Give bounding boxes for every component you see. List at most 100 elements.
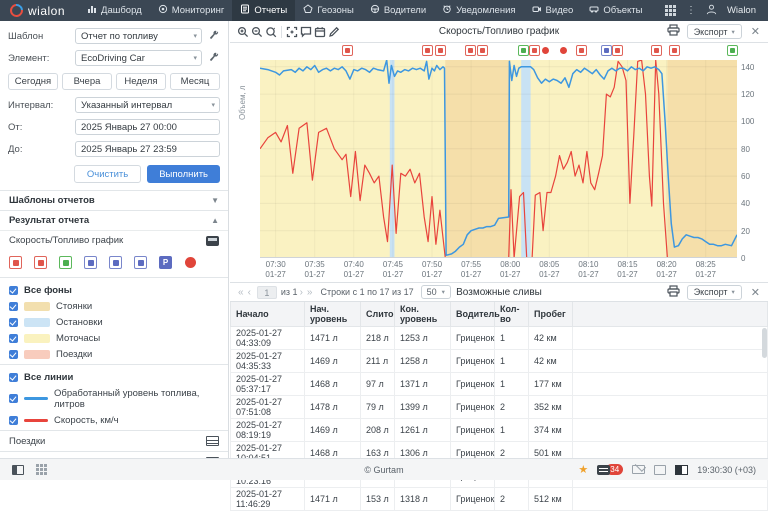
- checkbox-3[interactable]: [9, 350, 18, 359]
- all-lines-checkbox[interactable]: [9, 373, 18, 382]
- bottom-grid-icon[interactable]: [36, 464, 47, 475]
- nav-item-monitoring[interactable]: Мониторинг: [150, 0, 233, 21]
- nav-item-dashboard[interactable]: Дашборд: [79, 0, 150, 21]
- nav-item-units[interactable]: Объекты: [581, 0, 650, 21]
- wialon-logo[interactable]: wialon: [0, 4, 79, 18]
- quick-range-1[interactable]: Вчера: [62, 73, 112, 90]
- quick-range-0[interactable]: Сегодня: [8, 73, 58, 90]
- zoom-out-icon[interactable]: [250, 25, 264, 39]
- checkbox-0[interactable]: [9, 302, 18, 311]
- column-header[interactable]: Водитель: [451, 302, 495, 327]
- media-icon[interactable]: [654, 465, 666, 475]
- square-red[interactable]: [477, 45, 488, 56]
- column-header[interactable]: Кол-во: [495, 302, 529, 327]
- mail-icon[interactable]: [632, 465, 645, 474]
- calendar-icon[interactable]: [313, 25, 327, 39]
- element-settings-wrench-icon[interactable]: [207, 52, 220, 65]
- stop-red-box[interactable]: [422, 45, 433, 56]
- nav-item-drivers[interactable]: Водители: [362, 0, 434, 21]
- chart-export-button[interactable]: Экспорт▾: [687, 24, 742, 39]
- stop-red-box[interactable]: [529, 45, 540, 56]
- line-checkbox-0[interactable]: [9, 394, 18, 403]
- table-print-icon[interactable]: [667, 285, 680, 299]
- report-result-section[interactable]: Результат отчета▲: [0, 210, 228, 230]
- result-chart-item[interactable]: Скорость/Топливо график: [0, 230, 228, 250]
- column-header[interactable]: Слито: [361, 302, 395, 327]
- interval-select[interactable]: Указанный интервал▾: [75, 97, 220, 113]
- checkbox-1[interactable]: [9, 318, 18, 327]
- table-row[interactable]: 2025-01-27 04:35:331469 л211 л1258 лГриц…: [231, 350, 768, 373]
- table-row[interactable]: 2025-01-27 04:33:091471 л218 л1253 лГриц…: [231, 327, 768, 350]
- clear-button[interactable]: Очистить: [74, 165, 141, 183]
- drain-red[interactable]: [576, 45, 587, 56]
- checkbox-2[interactable]: [9, 334, 18, 343]
- line-label: Скорость, км/ч: [54, 415, 119, 426]
- template-settings-wrench-icon[interactable]: [207, 30, 220, 43]
- comment-icon[interactable]: [299, 25, 313, 39]
- page-size-select[interactable]: 50▾: [421, 285, 451, 299]
- table-row[interactable]: 2025-01-27 08:19:191469 л208 л1261 лГриц…: [231, 419, 768, 442]
- to-date-input[interactable]: 2025 Январь 27 23:59: [75, 141, 220, 157]
- drain-red[interactable]: [651, 45, 662, 56]
- expand-icon[interactable]: [285, 25, 299, 39]
- nav-item-video[interactable]: Видео: [524, 0, 582, 21]
- prev-page-icon[interactable]: ‹: [246, 287, 253, 298]
- layout-icon[interactable]: [675, 465, 688, 475]
- drain-red[interactable]: [342, 45, 353, 56]
- star-icon[interactable]: ★: [578, 463, 588, 476]
- flag-blue[interactable]: [601, 45, 612, 56]
- table-close-icon[interactable]: ✕: [749, 286, 762, 299]
- sidebar-item-0[interactable]: Поездки: [0, 430, 228, 451]
- user-name[interactable]: Wialon: [727, 5, 756, 16]
- table-cell: 1471 л: [305, 488, 361, 511]
- column-header[interactable]: Нач. уровень: [305, 302, 361, 327]
- zoom-in-icon[interactable]: [236, 25, 250, 39]
- edit-pencil-icon[interactable]: [327, 25, 341, 39]
- last-page-icon[interactable]: »: [305, 287, 315, 298]
- chart-window-icon[interactable]: [206, 236, 219, 246]
- apps-grid-icon[interactable]: [665, 5, 676, 16]
- stop-circle[interactable]: [540, 45, 551, 56]
- zoom-reset-icon[interactable]: [264, 25, 278, 39]
- template-select[interactable]: Отчет по топливу▾: [75, 28, 202, 44]
- square-red[interactable]: [669, 45, 680, 56]
- filling-green[interactable]: [518, 45, 529, 56]
- column-header[interactable]: Начало: [231, 302, 305, 327]
- user-icon[interactable]: [706, 4, 717, 18]
- nav-item-reports[interactable]: Отчеты: [232, 0, 295, 21]
- table-row[interactable]: 2025-01-27 07:51:081478 л79 л1399 лГрице…: [231, 396, 768, 419]
- chart-plot[interactable]: [260, 60, 737, 258]
- filling-green[interactable]: [727, 45, 738, 56]
- all-backgrounds-checkbox[interactable]: [9, 286, 18, 295]
- chart-close-icon[interactable]: ✕: [749, 25, 762, 38]
- line-checkbox-1[interactable]: [9, 416, 18, 425]
- quick-range-3[interactable]: Месяц: [170, 73, 220, 90]
- column-header[interactable]: Пробег: [529, 302, 573, 327]
- page-number-input[interactable]: 1: [257, 286, 277, 299]
- table-toolbar: « ‹ 1 из 1 › » Строки с 1 по 17 из 17 50…: [230, 282, 768, 302]
- drain-red[interactable]: [435, 45, 446, 56]
- quick-range-2[interactable]: Неделя: [116, 73, 166, 90]
- stop-circle[interactable]: [558, 45, 569, 56]
- drain-red[interactable]: [612, 45, 623, 56]
- drain-red[interactable]: [465, 45, 476, 56]
- next-page-icon[interactable]: ›: [298, 287, 305, 298]
- table-export-button[interactable]: Экспорт▾: [687, 285, 742, 300]
- sidebar-item-1[interactable]: Заправки: [0, 451, 228, 458]
- panel-toggle-icon[interactable]: [12, 465, 24, 475]
- table-row[interactable]: 2025-01-27 11:46:291471 л153 л1318 лГриц…: [231, 488, 768, 511]
- nav-item-geofences[interactable]: Геозоны: [295, 0, 362, 21]
- column-header[interactable]: Кон. уровень: [395, 302, 451, 327]
- from-date-input[interactable]: 2025 Январь 27 00:00: [75, 119, 220, 135]
- table-row[interactable]: 2025-01-27 05:37:171468 л97 л1371 лГрице…: [231, 373, 768, 396]
- more-options-icon[interactable]: ⋮: [686, 5, 696, 16]
- messages-icon[interactable]: [597, 465, 610, 475]
- nav-item-notifications[interactable]: Уведомления: [434, 0, 523, 21]
- print-icon[interactable]: [667, 23, 680, 41]
- chart-area[interactable]: Объем, л 020406080100120140 Скорость, км…: [230, 60, 768, 282]
- table-scrollbar[interactable]: [762, 328, 767, 454]
- first-page-icon[interactable]: «: [236, 287, 246, 298]
- report-templates-section[interactable]: Шаблоны отчетов▼: [0, 190, 228, 210]
- element-select[interactable]: EcoDriving Car▾: [75, 50, 202, 66]
- execute-button[interactable]: Выполнить: [147, 165, 220, 183]
